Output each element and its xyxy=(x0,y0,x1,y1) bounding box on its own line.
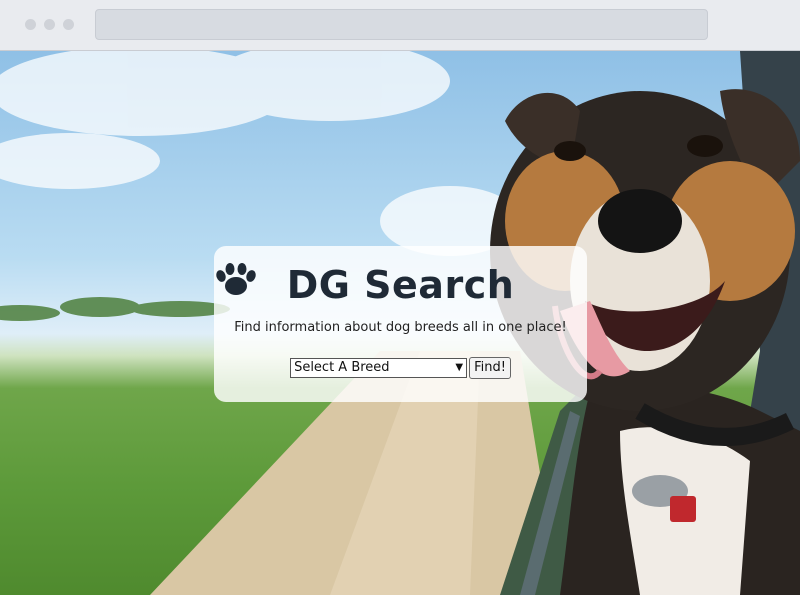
dropdown-arrow-icon: ▼ xyxy=(455,362,464,373)
address-bar[interactable] xyxy=(95,9,708,40)
find-button[interactable]: Find! xyxy=(469,357,511,379)
hero-background-image: D G Search Find information about dog br… xyxy=(0,51,800,595)
title-text-start: D xyxy=(286,263,319,307)
page-subtitle: Find information about dog breeds all in… xyxy=(234,320,567,335)
paw-icon xyxy=(216,263,256,295)
page-title: D G Search xyxy=(214,262,587,308)
search-controls: Select A Breed ▼ Find! xyxy=(214,357,587,379)
browser-chrome xyxy=(0,0,800,51)
window-close-dot[interactable] xyxy=(25,19,36,30)
breed-select[interactable]: Select A Breed ▼ xyxy=(290,358,468,378)
window-minimize-dot[interactable] xyxy=(44,19,55,30)
title-text-end: G Search xyxy=(318,263,515,307)
breed-select-value: Select A Breed xyxy=(294,360,390,375)
search-card: D G Search Find information about dog br… xyxy=(214,246,587,402)
window-maximize-dot[interactable] xyxy=(63,19,74,30)
